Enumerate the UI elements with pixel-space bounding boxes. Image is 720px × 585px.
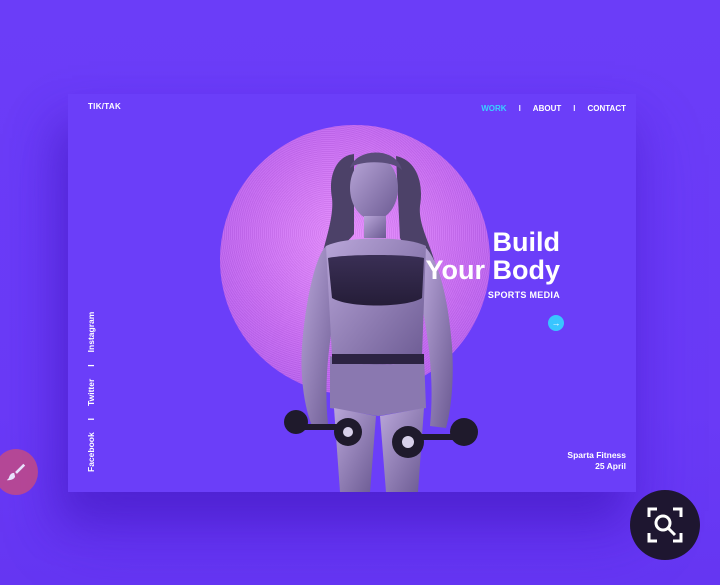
headline-subtitle: SPORTS MEDIA [487, 290, 560, 300]
event-meta: Sparta Fitness 25 April [567, 450, 626, 472]
next-button[interactable]: → [548, 315, 564, 331]
headline-line-1: Build [492, 227, 561, 257]
social-links: Facebook I Twitter I Instagram [84, 302, 98, 472]
nav-separator: I [518, 104, 521, 113]
event-date: 25 April [595, 461, 626, 471]
social-facebook[interactable]: Facebook [86, 432, 96, 472]
event-name: Sparta Fitness [567, 450, 626, 460]
nav-about[interactable]: ABOUT [533, 104, 561, 113]
top-nav: WORK I ABOUT I CONTACT [481, 104, 626, 113]
social-separator: I [86, 417, 96, 421]
social-separator: I [86, 364, 96, 367]
visual-search-icon [647, 507, 683, 543]
social-twitter[interactable]: Twitter [86, 379, 96, 406]
nav-contact[interactable]: CONTACT [587, 104, 626, 113]
landing-page-card: TIK/TAK WORK I ABOUT I CONTACT Build You… [68, 94, 636, 492]
athlete-image [284, 152, 478, 492]
visual-search-button[interactable] [630, 490, 700, 560]
nav-separator: I [573, 104, 576, 113]
hero-headline: Build Your Body SPORTS MEDIA [426, 228, 561, 300]
paintbrush-icon [6, 463, 26, 481]
nav-work[interactable]: WORK [481, 104, 506, 113]
headline-line-2: Your Body [425, 255, 561, 285]
brand-logo[interactable]: TIK/TAK [88, 102, 121, 111]
arrow-right-icon: → [551, 318, 561, 328]
social-instagram[interactable]: Instagram [86, 312, 96, 353]
